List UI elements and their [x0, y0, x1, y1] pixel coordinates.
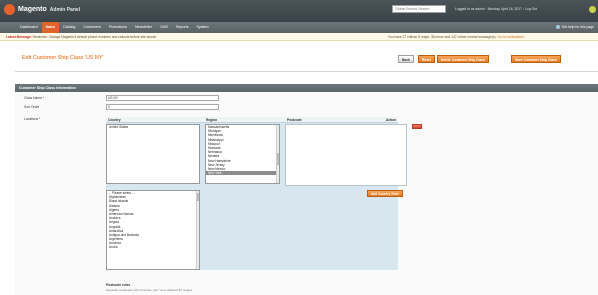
country-list-select[interactable]: -- Please select -- Afghanistan Åland Isla…: [106, 190, 200, 270]
locations-label: Locations *: [24, 117, 41, 121]
logo-text: Magento: [18, 6, 47, 13]
nav-item-promotions[interactable]: Promotions: [105, 22, 131, 33]
postcode-column-header: Postcode: [285, 117, 384, 123]
help-icon[interactable]: [589, 6, 596, 13]
sort-order-label: Sort Order: [24, 105, 40, 109]
country-list-scroll-thumb[interactable]: [197, 193, 199, 201]
delete-class-button[interactable]: Delete Customer Ship Class: [437, 55, 489, 63]
reset-button[interactable]: Reset: [418, 55, 435, 63]
note-title: Postcode rules: [106, 283, 131, 287]
nav-help-label: Get help for this page: [561, 25, 594, 29]
nav-item-sales[interactable]: Sales: [41, 22, 59, 33]
region-options: Massachusetts Michigan Minnesota Mississipp…: [206, 125, 279, 176]
section-header: Customer Ship Class Information: [15, 84, 598, 92]
admin-header: Magento Admin Panel Global Record Search…: [0, 0, 598, 22]
page-title: Edit Customer Ship Class 'US NY': [22, 55, 104, 61]
global-search-input[interactable]: Global Record Search: [392, 5, 446, 13]
save-class-button[interactable]: Save Customer Ship Class: [511, 55, 561, 63]
class-name-input[interactable]: US NY: [106, 95, 219, 101]
divider: [15, 71, 598, 72]
country-column-header: Country: [106, 117, 204, 123]
nav-item-reports[interactable]: Reports: [172, 22, 193, 33]
notification-count-text: You have 27 critical, 8 major, 38 minor …: [388, 35, 497, 39]
latest-message-label: Latest Message:: [6, 35, 32, 39]
country-list-scrollbar[interactable]: [196, 191, 199, 269]
region-scrollbar[interactable]: [276, 125, 279, 183]
region-scroll-thumb[interactable]: [277, 153, 279, 165]
help-dot-icon: [555, 25, 560, 29]
system-message-bar: Latest Message: Reminder: Change Magento…: [0, 33, 598, 41]
class-name-label: Class Name *: [24, 96, 45, 100]
notification-summary: You have 27 critical, 8 major, 38 minor …: [388, 33, 524, 40]
content-header: Edit Customer Ship Class 'US NY' Back Re…: [0, 50, 598, 68]
nav-item-system[interactable]: System: [193, 22, 213, 33]
main-nav: Dashboard Sales Catalog Customers Promotions…: [0, 22, 598, 33]
nav-item-catalog[interactable]: Catalog: [59, 22, 79, 33]
latest-message: Latest Message: Reminder: Change Magento…: [6, 33, 157, 40]
back-button[interactable]: Back: [398, 55, 414, 63]
header-user-meta[interactable]: Logged in as admin · Monday, April 16, 2…: [455, 7, 537, 11]
country-select[interactable]: United States: [106, 124, 200, 184]
nav-item-customers[interactable]: Customers: [79, 22, 104, 33]
nav-help[interactable]: Get help for this page: [555, 25, 594, 29]
region-option[interactable]: New York: [206, 171, 279, 176]
latest-message-text[interactable]: Reminder: Change Magento's default phone…: [33, 35, 157, 39]
country-list-options: -- Please select -- Afghanistan Åland Isla…: [107, 191, 199, 250]
magento-logo-icon: [4, 4, 15, 15]
nav-items: Dashboard Sales Catalog Customers Promotions…: [0, 22, 213, 33]
action-column-header: Action: [384, 117, 398, 123]
notifications-link[interactable]: Go to notifications: [497, 35, 523, 39]
sort-order-input[interactable]: 0: [106, 104, 219, 110]
logo-subtitle: Admin Panel: [49, 6, 81, 13]
note-text: Separate postcodes with commas; use * as…: [106, 288, 194, 292]
country-selected-option[interactable]: United States: [107, 125, 199, 129]
nav-item-newsletter[interactable]: Newsletter: [131, 22, 156, 33]
region-column-header: Region: [204, 117, 285, 123]
nav-item-dashboard[interactable]: Dashboard: [16, 22, 42, 33]
delete-row-button[interactable]: [412, 124, 422, 129]
add-country-zone-button[interactable]: Add Country Zone: [367, 190, 403, 197]
logo[interactable]: Magento Admin Panel: [4, 4, 80, 15]
country-option[interactable]: Aruba: [107, 245, 199, 249]
postcode-textarea[interactable]: [285, 124, 407, 186]
region-multiselect[interactable]: Massachusetts Michigan Minnesota Mississipp…: [205, 124, 280, 184]
nav-item-cms[interactable]: CMS: [156, 22, 172, 33]
